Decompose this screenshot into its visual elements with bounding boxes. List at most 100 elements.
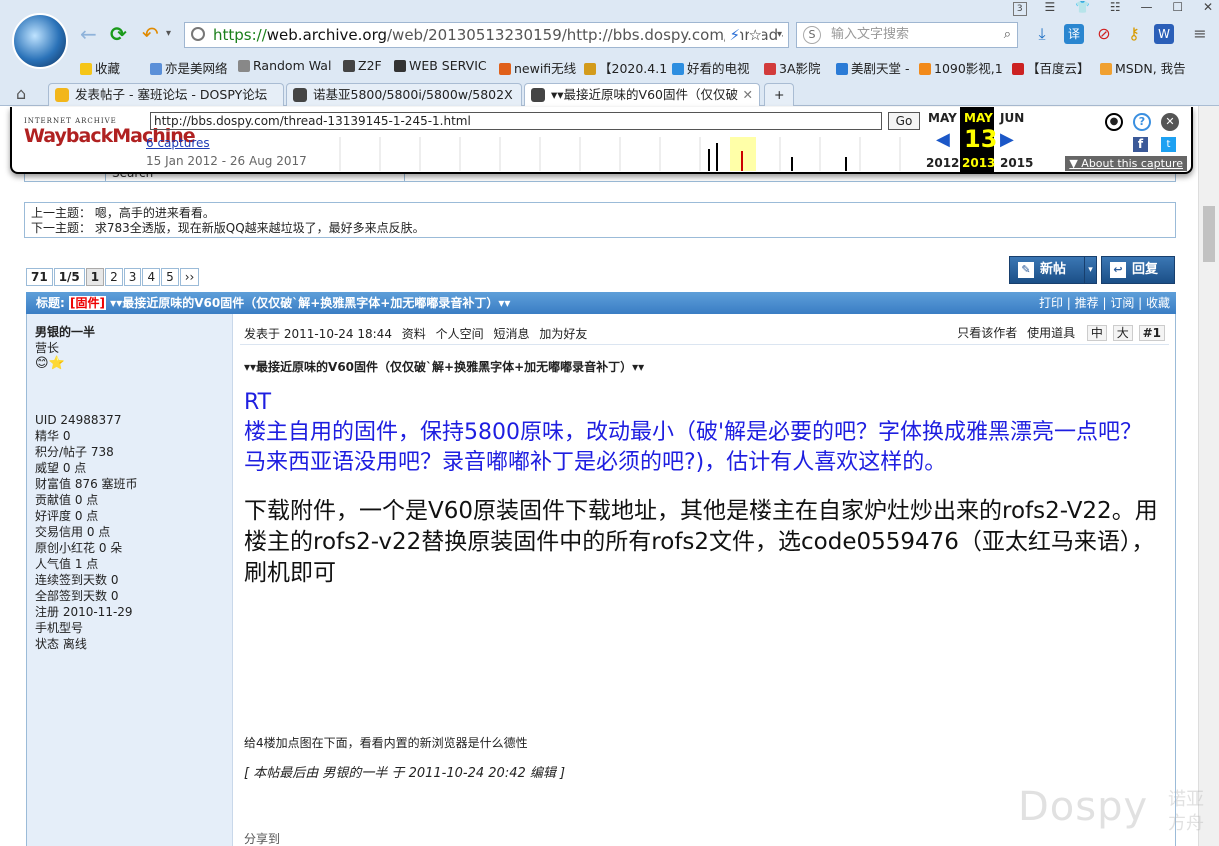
bookmark-item[interactable]: newifi无线 xyxy=(499,58,576,77)
page-link[interactable]: 4 xyxy=(142,268,161,286)
message-link[interactable]: 短消息 xyxy=(493,327,529,341)
new-post-dropdown-icon[interactable]: ▾ xyxy=(1084,257,1096,283)
lightning-icon[interactable]: ⚡ xyxy=(725,23,740,47)
next-year[interactable]: 2015 xyxy=(1000,156,1033,170)
tools-icon[interactable]: ☷ xyxy=(1110,0,1121,14)
scrollbar-thumb[interactable] xyxy=(1203,206,1215,262)
thread-category-tag[interactable]: [固件] xyxy=(69,296,106,310)
author-name[interactable]: 男银的一半 xyxy=(35,324,224,340)
page-link[interactable]: 2 xyxy=(105,268,123,286)
post-title: ▾▾最接近原味的V60固件（仅仅破`解+换雅黑字体+加无嘟嘟录音补丁）▾▾ xyxy=(244,360,645,374)
only-author-link[interactable]: 只看该作者 xyxy=(957,326,1017,340)
search-input[interactable]: S 输入文字搜索 ⌕ xyxy=(796,22,1018,48)
office-icon[interactable]: W xyxy=(1154,24,1174,44)
author-stat: 人气值 1 点 xyxy=(35,557,99,571)
bookmark-favicon-icon xyxy=(584,63,596,75)
bookmark-favicon-icon xyxy=(919,63,931,75)
capture-sparkline[interactable] xyxy=(300,137,920,171)
bookmark-item[interactable]: 【2020.4.1 xyxy=(584,58,667,77)
profile-link[interactable]: 资料 xyxy=(402,327,426,341)
undo-dropdown-icon[interactable]: ▾ xyxy=(166,24,171,44)
key-icon[interactable]: ⚷ xyxy=(1124,24,1144,44)
reply-button[interactable]: ↩ 回复 xyxy=(1101,256,1175,284)
prev-arrow-icon[interactable]: ◀ xyxy=(936,129,950,150)
page-link[interactable]: 5 xyxy=(161,268,179,286)
about-capture-link[interactable]: ▼ About this capture xyxy=(1065,156,1187,171)
wayback-logo-main: WaybackMachine xyxy=(24,125,196,147)
tab-label: 发表帖子 - 塞班论坛 - DOSPY论坛 xyxy=(75,87,268,102)
shirt-icon[interactable]: 👕 xyxy=(1075,0,1090,14)
next-topic-label: 下一主题： xyxy=(31,221,92,235)
tab-count-icon[interactable]: 3 xyxy=(1012,2,1027,16)
wayback-url-input[interactable]: http://bbs.dospy.com/thread-13139145-1-2… xyxy=(150,112,882,130)
prev-topic-label: 上一主题： xyxy=(31,206,92,220)
twitter-icon[interactable]: t xyxy=(1161,137,1176,152)
space-link[interactable]: 个人空间 xyxy=(436,327,484,341)
skin-icon[interactable]: ☰ xyxy=(1045,0,1056,14)
bookmark-item[interactable]: 1090影视,1 xyxy=(919,58,1003,77)
add-friend-link[interactable]: 加为好友 xyxy=(539,327,587,341)
bookmark-favicon-icon xyxy=(672,63,684,75)
bookmark-item[interactable]: 收藏 xyxy=(80,58,120,77)
close-window-icon[interactable]: ✕ xyxy=(1203,0,1213,14)
wayback-logo[interactable]: INTERNET ARCHIVE WaybackMachine xyxy=(24,117,196,157)
bookmark-item[interactable]: MSDN, 我告 xyxy=(1100,58,1186,77)
vertical-scrollbar[interactable] xyxy=(1198,106,1219,846)
tab-3-active[interactable]: ▾▾最接近原味的V60固件（仅仅破 ✕ xyxy=(524,83,760,106)
bookmark-item[interactable]: 好看的电视 xyxy=(672,58,750,77)
page-next-link[interactable]: ›› xyxy=(179,268,200,286)
undo-icon[interactable]: ↶ xyxy=(142,24,159,44)
author-rank: 营长 xyxy=(35,341,60,355)
translate-icon[interactable]: 译 xyxy=(1064,24,1084,44)
page-link[interactable]: 3 xyxy=(123,268,142,286)
adblock-icon[interactable]: ⊘ xyxy=(1094,24,1114,44)
next-arrow-icon[interactable]: ▶ xyxy=(1000,129,1014,150)
bookmark-item[interactable]: 3A影院 xyxy=(764,58,821,77)
menu-icon[interactable]: ≡ xyxy=(1190,24,1210,44)
next-month[interactable]: JUN xyxy=(1000,111,1024,125)
bookmark-item[interactable]: 【百度云】 xyxy=(1012,58,1090,77)
new-tab-button[interactable]: + xyxy=(764,83,794,106)
tab-2[interactable]: 诺基亚5800/5800i/5800w/5802X xyxy=(286,83,522,106)
star-icon[interactable]: ☆ xyxy=(748,23,762,47)
wayback-go-button[interactable]: Go xyxy=(888,112,920,130)
url-dropdown-icon[interactable]: ▾ xyxy=(776,23,782,47)
font-large-button[interactable]: 大 xyxy=(1112,325,1133,341)
capture-range: 15 Jan 2012 - 26 Aug 2017 xyxy=(146,154,307,168)
back-icon[interactable]: ← xyxy=(80,24,97,44)
prev-topic-link[interactable]: 嗯，高手的进来看看。 xyxy=(95,206,215,220)
refresh-icon[interactable]: ⟳ xyxy=(110,24,127,44)
search-icon[interactable]: ⌕ xyxy=(1004,23,1011,47)
captures-link[interactable]: 6 captures xyxy=(146,136,210,150)
download-icon[interactable]: ⤓ xyxy=(1032,24,1052,44)
bookmark-item[interactable]: 亦是美网络 xyxy=(150,58,228,77)
prev-month[interactable]: MAY xyxy=(928,111,957,125)
home-icon[interactable]: ⌂ xyxy=(16,84,26,103)
account-icon[interactable]: ● xyxy=(1105,113,1123,131)
calendar-nav: MAY MAY JUN ◀ 13 ▶ 2012 2013 2015 xyxy=(924,107,1044,174)
bookmark-item[interactable]: Z2F xyxy=(343,58,382,73)
close-icon[interactable]: ✕ xyxy=(1161,113,1179,131)
prev-year[interactable]: 2012 xyxy=(926,156,959,170)
floor-number[interactable]: #1 xyxy=(1138,325,1165,341)
minimize-icon[interactable]: — xyxy=(1141,0,1153,14)
tab-favicon-icon xyxy=(293,88,307,102)
thread-actions[interactable]: 打印 | 推荐 | 订阅 | 收藏 xyxy=(1039,292,1170,314)
use-tool-link[interactable]: 使用道具 xyxy=(1027,326,1075,340)
address-bar[interactable]: https://web.archive.org/web/201305132301… xyxy=(184,22,789,48)
tab-1[interactable]: 发表帖子 - 塞班论坛 - DOSPY论坛 xyxy=(48,83,284,106)
search-engine-icon[interactable]: S xyxy=(803,26,821,44)
maximize-icon[interactable]: ☐ xyxy=(1172,0,1183,14)
security-shield-icon xyxy=(191,27,205,41)
bookmark-item[interactable]: WEB SERVIC xyxy=(394,58,487,73)
bookmark-favicon-icon xyxy=(499,63,511,75)
next-topic-link[interactable]: 求783全透版，现在新版QQ越来越垃圾了，最好多来点反肤。 xyxy=(95,221,425,235)
new-post-button[interactable]: ✎ 新帖 ▾ xyxy=(1009,256,1097,284)
close-tab-icon[interactable]: ✕ xyxy=(743,84,753,106)
font-medium-button[interactable]: 中 xyxy=(1086,325,1107,341)
help-icon[interactable]: ? xyxy=(1133,113,1151,131)
bookmark-item[interactable]: Random Wal xyxy=(238,58,331,73)
bookmark-label: MSDN, 我告 xyxy=(1115,61,1186,76)
bookmark-item[interactable]: 美剧天堂 - xyxy=(836,58,909,77)
facebook-icon[interactable]: f xyxy=(1133,137,1148,152)
